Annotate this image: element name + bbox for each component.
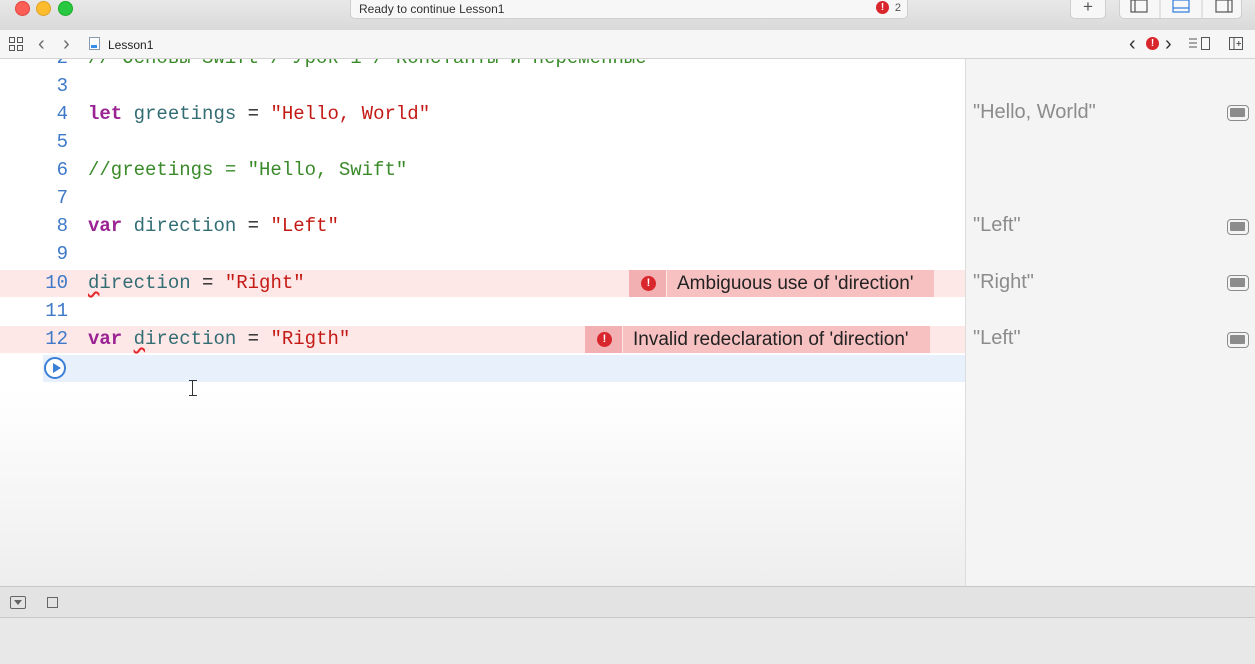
error-annotation[interactable]: ! Invalid redeclaration of 'direction' [585,326,930,353]
library-add-button[interactable]: + [1070,0,1106,19]
identifier-greetings: greetings [133,103,237,125]
result-value: "Left" [973,327,1021,349]
editor-options-icon[interactable] [1189,37,1211,51]
error-icon: ! [629,270,667,297]
line-number: 12 [45,328,68,350]
error-squiggle: d [133,328,146,350]
stop-icon[interactable] [47,597,58,608]
console-area[interactable] [0,618,1255,664]
close-window-button[interactable] [15,1,30,16]
string-literal: "Rigth" [270,328,351,350]
line-number: 8 [56,215,68,237]
assign-operator: = [190,272,225,294]
code-line-2[interactable]: // Основы Swift / Урок 1 / Константы и п… [88,59,647,69]
code-editor[interactable]: 2 3 4 5 6 7 8 9 10 11 12 // Основы Swift… [0,59,965,586]
identifier-direction: irection [99,272,191,294]
previous-issue-icon[interactable]: ‹ [1129,33,1136,56]
debug-bar [0,586,1255,618]
line-number: 5 [56,131,68,153]
string-literal: "Right" [224,272,305,294]
grid-icon[interactable] [9,37,24,51]
activity-status-text: Ready to continue Lesson1 [359,2,505,16]
line-number: 9 [56,243,68,265]
result-value: "Right" [973,271,1034,293]
line-number: 3 [56,75,68,97]
line-number: 2 [0,59,68,69]
debug-area-toggle-icon[interactable] [1172,0,1190,13]
forward-chevron-icon[interactable]: › [63,33,70,56]
jump-bar: ‹ › Lesson1 ‹ ! › [0,30,1255,59]
minimize-window-button[interactable] [36,1,51,16]
error-icon: ! [876,1,889,14]
identifier-direction: irection [145,328,237,350]
error-icon: ! [585,326,623,353]
result-value: "Left" [973,214,1021,236]
assign-operator: = [236,215,271,237]
add-editor-icon[interactable] [1229,37,1244,51]
breadcrumb[interactable]: Lesson1 [108,38,153,52]
error-squiggle: d [88,272,100,294]
error-message: Invalid redeclaration of 'direction' [633,328,909,350]
issue-error-icon[interactable]: ! [1146,37,1159,50]
code-line-8[interactable]: var direction = "Left" [88,215,339,237]
code-line-10[interactable]: direction = "Right" [88,272,305,294]
navigator-toggle-icon[interactable] [1130,0,1148,13]
line-number: 10 [45,272,68,294]
line-number: 4 [56,103,68,125]
title-bar: Ready to continue Lesson1 ! 2 + [0,0,1255,30]
line-number: 6 [56,159,68,181]
keyword-let: let [88,103,123,125]
inspector-toggle-icon[interactable] [1215,0,1233,13]
string-literal: "Left" [270,215,339,237]
quick-look-icon[interactable] [1227,275,1249,291]
back-chevron-icon[interactable]: ‹ [38,33,45,56]
code-line-6[interactable]: //greetings = "Hello, Swift" [88,159,407,181]
code-line-12[interactable]: var direction = "Rigth" [88,328,350,350]
hide-debug-area-icon[interactable] [10,596,26,609]
identifier-direction: direction [133,215,237,237]
panel-toggle-group [1119,0,1242,19]
quick-look-icon[interactable] [1227,219,1249,235]
assign-operator: = [236,328,271,350]
line-number: 11 [45,300,68,322]
code-line-4[interactable]: let greetings = "Hello, World" [88,103,430,125]
panel-toggle-icons [1130,0,1233,18]
line-number: 7 [56,187,68,209]
assign-operator: = [236,103,271,125]
results-sidebar: "Hello, World" "Left" "Right" "Left" [965,59,1255,586]
error-message: Ambiguous use of 'direction' [677,272,914,294]
next-issue-icon[interactable]: › [1165,33,1172,56]
text-cursor-icon [189,380,197,396]
current-line-highlight [43,355,965,382]
playground-file-icon [89,37,100,50]
keyword-var: var [88,215,123,237]
zoom-window-button[interactable] [58,1,73,16]
keyword-var: var [88,328,123,350]
run-playground-button[interactable] [44,357,66,379]
string-literal: "Hello, World" [270,103,431,125]
error-annotation[interactable]: ! Ambiguous use of 'direction' [629,270,935,297]
error-count: 2 [894,2,901,14]
activity-viewer[interactable]: Ready to continue Lesson1 ! 2 [350,0,908,19]
result-value: "Hello, World" [973,101,1096,123]
quick-look-icon[interactable] [1227,105,1249,121]
quick-look-icon[interactable] [1227,332,1249,348]
